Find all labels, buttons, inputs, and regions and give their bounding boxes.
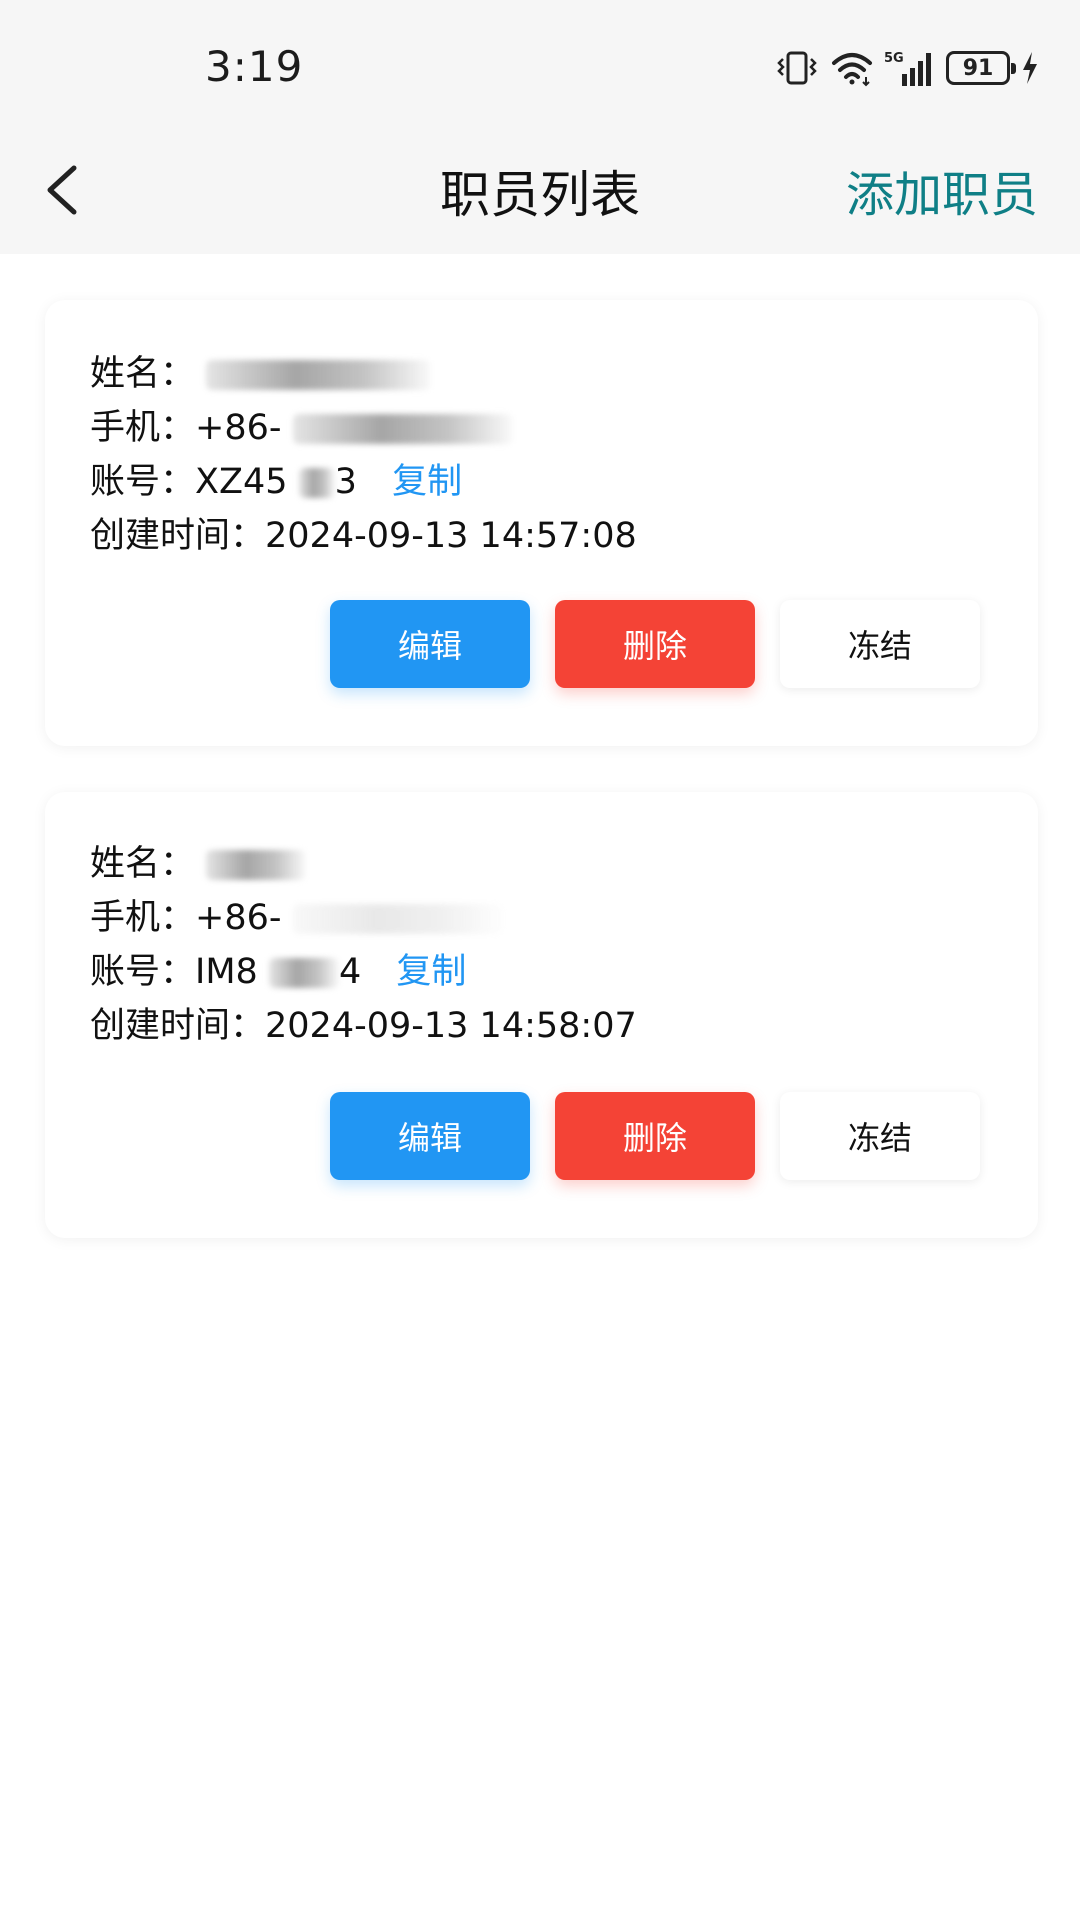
created-at: 2024-09-13 14:58:07 [265, 1006, 637, 1046]
account-start: XZ45 [195, 462, 288, 502]
back-button[interactable] [36, 150, 96, 230]
freeze-button[interactable]: 冻结 [780, 600, 980, 688]
name-label: 姓名： [90, 354, 196, 394]
created-label: 创建时间： [90, 1006, 266, 1046]
status-icons: 5G 91 [774, 44, 1040, 92]
account-end: 3 [334, 462, 357, 502]
employee-card: 姓名： 手机：+86- 账号：XZ45 3 复制 创建时间：2024-09-13… [45, 300, 1038, 746]
account-end: 4 [338, 952, 362, 992]
employee-account-row: 账号：XZ45 3 复制 [90, 458, 462, 506]
account-label: 账号： [90, 952, 196, 992]
employee-phone-row: 手机：+86- [90, 894, 503, 942]
copy-account-link[interactable]: 复制 [396, 952, 466, 992]
account-redacted [298, 468, 335, 498]
freeze-button[interactable]: 冻结 [780, 1092, 980, 1180]
employee-name-row: 姓名： [90, 840, 307, 888]
employee-card: 姓名： 手机：+86- 账号：IM8 4 复制 创建时间：2024-09-13 … [45, 792, 1038, 1238]
phone-redacted [292, 414, 513, 444]
battery-icon: 91 [946, 51, 1016, 85]
name-redacted [206, 360, 432, 390]
phone-redacted [292, 904, 503, 934]
name-redacted [206, 850, 307, 880]
created-label: 创建时间： [90, 516, 266, 556]
add-employee-button[interactable]: 添加职员 [846, 155, 1038, 225]
phone-prefix: +86- [195, 408, 282, 448]
employee-account-row: 账号：IM8 4 复制 [90, 948, 466, 996]
account-label: 账号： [90, 462, 196, 502]
account-start: IM8 [195, 952, 258, 992]
wifi-icon [832, 53, 872, 87]
created-at: 2024-09-13 14:57:08 [265, 516, 637, 556]
copy-account-link[interactable]: 复制 [392, 462, 462, 502]
phone-prefix: +86- [195, 898, 282, 938]
employee-created-row: 创建时间：2024-09-13 14:57:08 [90, 512, 637, 560]
vibrate-icon [777, 51, 817, 85]
employee-created-row: 创建时间：2024-09-13 14:58:07 [90, 1002, 637, 1050]
phone-label: 手机： [90, 408, 196, 448]
delete-button[interactable]: 删除 [555, 600, 755, 688]
account-redacted [268, 958, 339, 988]
edit-button[interactable]: 编辑 [330, 1092, 530, 1180]
employee-phone-row: 手机：+86- [90, 404, 513, 452]
delete-button[interactable]: 删除 [555, 1092, 755, 1180]
phone-label: 手机： [90, 898, 196, 938]
employee-name-row: 姓名： [90, 350, 432, 398]
battery-level: 91 [962, 55, 994, 81]
name-label: 姓名： [90, 844, 196, 884]
signal-5g-icon: 5G [884, 51, 931, 86]
edit-button[interactable]: 编辑 [330, 600, 530, 688]
status-time: 3:19 [205, 42, 304, 91]
top-bar: 3:19 5G 91 职员列表 添加职员 [0, 0, 1080, 254]
network-label: 5G [884, 51, 904, 66]
chevron-left-icon [47, 165, 77, 215]
charging-icon [1023, 52, 1037, 84]
